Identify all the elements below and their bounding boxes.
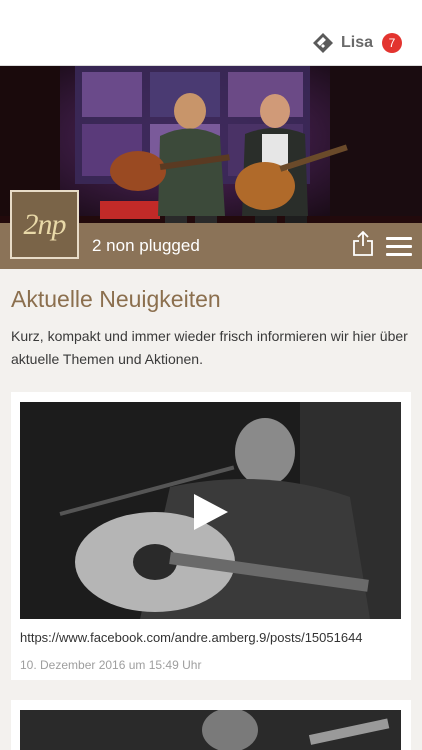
post-image: [20, 710, 401, 750]
user-name[interactable]: Lisa: [341, 34, 373, 52]
post-video-thumbnail[interactable]: [20, 402, 401, 619]
band-name: 2 non plugged: [92, 236, 200, 255]
notification-badge[interactable]: 7: [382, 33, 402, 53]
hamburger-menu-icon[interactable]: [386, 237, 412, 257]
band-logo-text: 2np: [23, 207, 67, 241]
band-logo[interactable]: 2np: [10, 190, 79, 259]
section-description: Kurz, kompakt und immer wieder frisch in…: [11, 328, 408, 367]
post-link[interactable]: https://www.facebook.com/andre.amberg.9/…: [20, 630, 411, 645]
user-menu[interactable]: Lisa 7: [312, 33, 402, 53]
play-icon[interactable]: [192, 492, 230, 532]
top-bar: Lisa 7: [0, 0, 422, 66]
share-icon[interactable]: [352, 231, 374, 257]
post-image-thumbnail[interactable]: [20, 710, 401, 750]
app-logo-icon: [312, 33, 333, 53]
news-post-card[interactable]: https://www.facebook.com/andre.amberg.9/…: [11, 392, 411, 680]
section-title: Aktuelle Neuigkeiten: [11, 286, 221, 312]
news-post-card[interactable]: [11, 700, 411, 750]
post-date: 10. Dezember 2016 um 15:49 Uhr: [20, 658, 202, 672]
